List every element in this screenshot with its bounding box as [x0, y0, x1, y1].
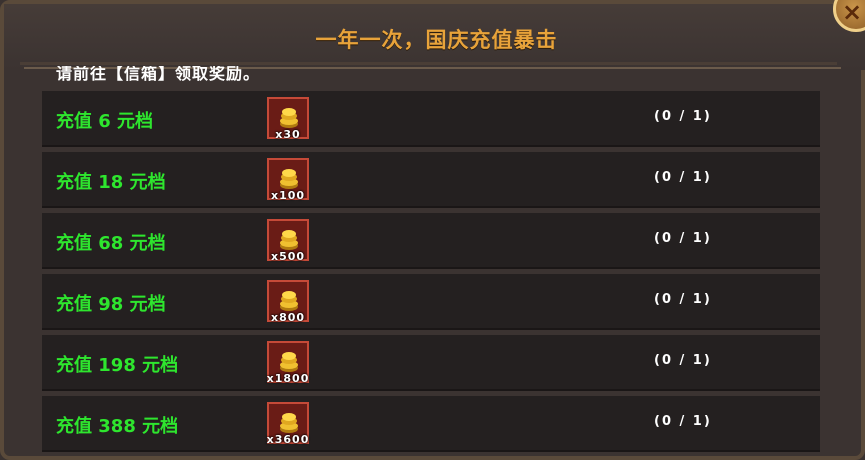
reward-quantity: x500 — [270, 250, 306, 263]
tier-label: 充值 6 元档 — [56, 111, 154, 132]
reward-quantity: x1800 — [266, 372, 310, 385]
tier-progress: (0 / 1) — [654, 292, 712, 307]
reward-quantity: x30 — [275, 128, 301, 141]
tier-row: 充值 98 元档 x800 (0 / 1) — [42, 274, 820, 330]
tier-row: 充值 18 元档 x100 (0 / 1) — [42, 152, 820, 208]
reward-quantity: x100 — [270, 189, 306, 202]
tier-label: 充值 18 元档 — [56, 172, 166, 193]
tier-row: 充值 198 元档 x1800 (0 / 1) — [42, 335, 820, 391]
close-icon: × — [841, 0, 863, 26]
tier-list[interactable]: 请前往【信箱】领取奖励。 充值 6 元档 x30 (0 / 1) 充值 18 元… — [42, 66, 820, 460]
reward-quantity: x800 — [270, 311, 306, 324]
tier-row: 充值 6 元档 x30 (0 / 1) — [42, 91, 820, 147]
gold-coin-icon — [280, 169, 298, 189]
tier-progress: (0 / 1) — [654, 353, 712, 368]
tier-label: 充值 198 元档 — [56, 355, 179, 376]
gold-coin-icon — [280, 230, 298, 250]
gold-coin-icon — [280, 108, 298, 128]
reward-item[interactable]: x100 — [267, 158, 309, 202]
gold-coin-icon — [280, 352, 298, 372]
reward-item[interactable]: x30 — [267, 97, 309, 141]
tier-row: 充值 68 元档 x500 (0 / 1) — [42, 213, 820, 269]
tier-progress: (0 / 1) — [654, 109, 712, 124]
reward-item[interactable]: x800 — [267, 280, 309, 324]
tier-label: 充值 98 元档 — [56, 294, 166, 315]
tier-progress: (0 / 1) — [654, 231, 712, 246]
title-bar: 一年一次，国庆充值暴击 — [4, 4, 865, 70]
mail-notice: 请前往【信箱】领取奖励。 — [56, 66, 261, 83]
header-divider — [20, 62, 837, 65]
reward-quantity: x3600 — [266, 433, 310, 446]
reward-item[interactable]: x500 — [267, 219, 309, 263]
reward-item[interactable]: x3600 — [266, 402, 310, 446]
tier-row: 充值 388 元档 x3600 (0 / 1) — [42, 396, 820, 452]
panel-title: 一年一次，国庆充值暴击 — [315, 28, 558, 52]
tier-progress: (0 / 1) — [654, 170, 712, 185]
tier-label: 充值 388 元档 — [56, 416, 179, 437]
reward-item[interactable]: x1800 — [266, 341, 310, 385]
gold-coin-icon — [280, 291, 298, 311]
tier-label: 充值 68 元档 — [56, 233, 166, 254]
tier-progress: (0 / 1) — [654, 414, 712, 429]
gold-coin-icon — [280, 413, 298, 433]
